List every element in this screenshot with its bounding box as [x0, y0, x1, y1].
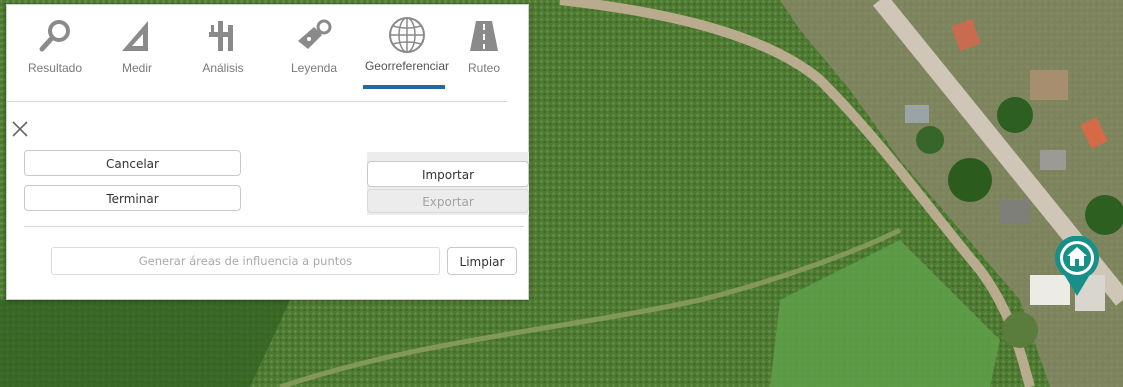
home-icon	[1055, 235, 1099, 296]
cancel-button[interactable]: Cancelar	[24, 150, 241, 176]
tab-leyenda[interactable]: Leyenda	[279, 5, 349, 95]
tab-label: Resultado	[27, 61, 83, 75]
divider	[24, 226, 524, 227]
tab-label: Georreferenciar	[364, 59, 450, 73]
tab-label: Medir	[121, 61, 152, 75]
tools-panel: Resultado Medir Análisis Leyenda Georref…	[6, 4, 529, 300]
tab-label: Ruteo	[467, 61, 501, 75]
tab-medir[interactable]: Medir	[107, 5, 167, 95]
analysis-icon	[191, 19, 255, 53]
globe-icon	[357, 15, 457, 55]
ruler-triangle-icon	[107, 19, 167, 53]
tab-label: Leyenda	[290, 61, 338, 75]
finish-button[interactable]: Terminar	[24, 185, 241, 211]
divider	[7, 101, 507, 102]
road-icon	[459, 19, 509, 53]
tab-georreferenciar[interactable]: Georreferenciar	[357, 5, 457, 95]
tag-icon	[279, 19, 349, 53]
buffer-input[interactable]: Generar áreas de influencia a puntos	[51, 247, 440, 275]
magnifier-icon	[19, 19, 91, 53]
close-icon[interactable]	[10, 119, 30, 139]
tab-resultado[interactable]: Resultado	[19, 5, 91, 95]
clear-button[interactable]: Limpiar	[447, 247, 517, 275]
home-marker[interactable]	[1053, 235, 1101, 298]
tab-label: Análisis	[202, 61, 244, 75]
export-button[interactable]: Exportar	[367, 189, 529, 213]
active-tab-indicator	[363, 85, 445, 89]
tab-analisis[interactable]: Análisis	[191, 5, 255, 95]
import-button[interactable]: Importar	[367, 161, 529, 187]
tab-ruteo[interactable]: Ruteo	[459, 5, 509, 95]
